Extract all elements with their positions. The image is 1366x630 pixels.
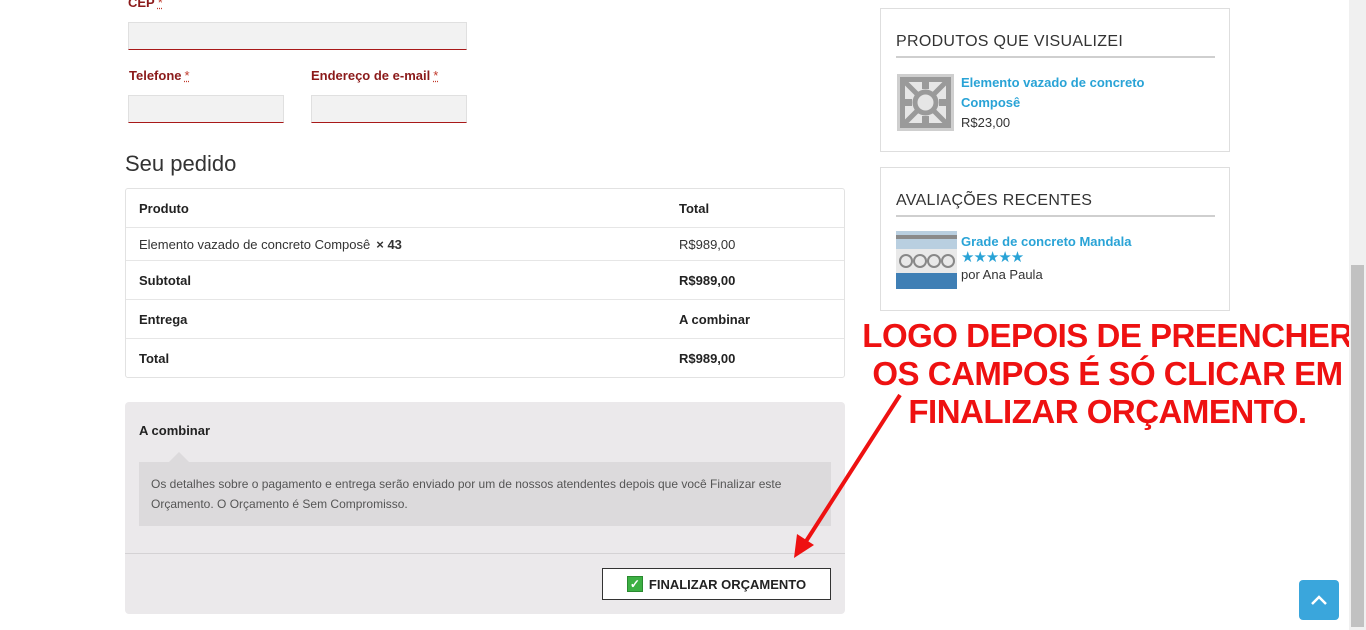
telefone-input[interactable] [128, 95, 284, 123]
review-author: por Ana Paula [961, 267, 1043, 282]
subtotal-value: R$989,00 [679, 272, 736, 288]
item-total: R$989,00 [679, 236, 736, 252]
finalize-quote-button[interactable]: ✓ FINALIZAR ORÇAMENTO [602, 568, 831, 600]
table-header-row: Produto Total [126, 189, 844, 228]
item-name: Elemento vazado de concreto Composê [139, 236, 371, 252]
chevron-up-icon [1311, 595, 1327, 605]
order-title: Seu pedido [125, 151, 237, 176]
check-icon: ✓ [626, 576, 643, 592]
required-mark: * [433, 68, 439, 83]
cep-input[interactable] [128, 22, 467, 50]
required-mark: * [184, 68, 190, 83]
viewed-product-price: R$23,00 [961, 115, 1011, 130]
viewed-product-link[interactable]: Elemento vazado de concreto Composê [961, 73, 1191, 113]
table-row: Elemento vazado de concreto Composê × 43 … [126, 228, 844, 261]
product-thumbnail[interactable] [897, 74, 954, 131]
total-row: Total R$989,00 [126, 339, 844, 377]
payment-section: A combinar Os detalhes sobre o pagamento… [125, 402, 845, 614]
email-input[interactable] [311, 95, 467, 123]
email-label: Endereço de e-mail * [311, 68, 439, 83]
cep-label: CEP * [128, 0, 163, 10]
total-value: R$989,00 [679, 350, 736, 366]
review-product-thumbnail[interactable] [896, 231, 957, 289]
annotation-line: LOGO DEPOIS DE PREENCHER [862, 317, 1353, 354]
annotation-line: OS CAMPOS É SÓ CLICAR EM [872, 355, 1343, 392]
header-total: Total [679, 200, 710, 216]
payment-method-label: A combinar [139, 423, 211, 438]
shipping-value: A combinar [679, 311, 751, 327]
order-table: Produto Total Elemento vazado de concret… [125, 188, 845, 378]
telefone-label: Telefone * [129, 68, 190, 83]
header-product: Produto [139, 200, 189, 216]
widget-title: PRODUTOS QUE VISUALIZEI [896, 33, 1124, 50]
finalize-quote-label: FINALIZAR ORÇAMENTO [648, 576, 807, 592]
payment-description: Os detalhes sobre o pagamento e entrega … [139, 452, 831, 526]
divider [896, 215, 1215, 217]
shipping-label: Entrega [139, 311, 188, 327]
divider [125, 553, 845, 554]
instruction-annotation: LOGO DEPOIS DE PREENCHER OS CAMPOS É SÓ … [855, 317, 1360, 431]
scroll-to-top-button[interactable] [1299, 580, 1339, 620]
shipping-row: Entrega A combinar [126, 300, 844, 339]
star-rating: ★★★★★ [961, 249, 1024, 266]
scrollbar-thumb[interactable] [1351, 265, 1364, 627]
subtotal-label: Subtotal [139, 272, 191, 288]
subtotal-row: Subtotal R$989,00 [126, 261, 844, 300]
total-label: Total [139, 350, 170, 366]
widget-title: AVALIAÇÕES RECENTES [896, 192, 1093, 209]
required-mark: * [157, 0, 163, 10]
recent-reviews-widget: AVALIAÇÕES RECENTES Grade de concreto Ma… [880, 167, 1230, 311]
divider [896, 56, 1215, 58]
item-qty: × 43 [376, 236, 402, 252]
annotation-line: FINALIZAR ORÇAMENTO. [908, 393, 1307, 430]
viewed-products-widget: PRODUTOS QUE VISUALIZEI Elemento vazado … [880, 8, 1230, 152]
